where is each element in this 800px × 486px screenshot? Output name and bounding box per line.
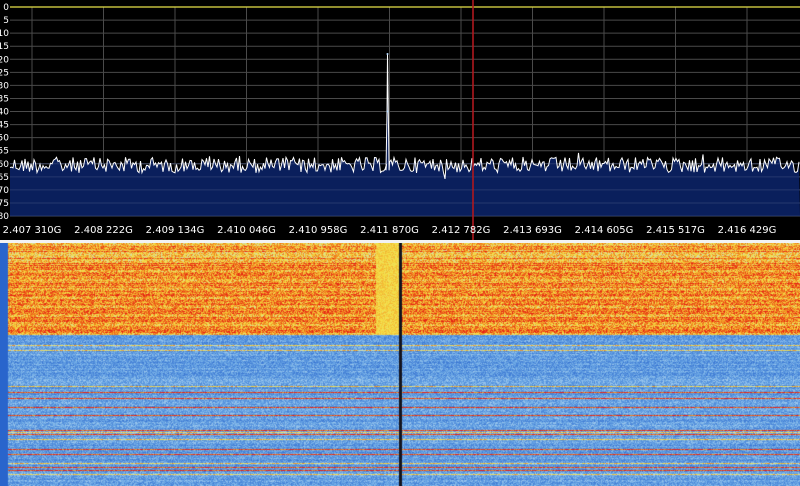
y-tick-label: 55: [0, 147, 9, 157]
y-tick-label: 25: [0, 68, 9, 78]
spectrum-svg: 0 5 10 15 20 25 30 35 40 45 50 55 60 65 70 75 80 2.407 31…: [0, 0, 800, 240]
y-tick-label: 20: [0, 55, 9, 65]
y-tick-label: 70: [0, 186, 9, 196]
waterfall-canvas: [0, 243, 800, 486]
y-tick-label: 60: [0, 160, 9, 170]
y-tick-label: 50: [0, 134, 9, 144]
peak-point: [386, 53, 389, 56]
y-tick-label: 0: [3, 3, 9, 13]
x-tick-label: 2.414 605G: [575, 225, 634, 236]
y-tick-label: 40: [0, 108, 9, 118]
x-tick-label: 2.413 693G: [503, 225, 562, 236]
x-tick-label: 2.411 870G: [360, 225, 419, 236]
x-tick-label: 2.410 958G: [289, 225, 348, 236]
x-tick-label: 2.410 046G: [217, 225, 276, 236]
y-tick-label: 15: [0, 42, 9, 52]
y-tick-label: 35: [0, 94, 9, 104]
x-tick-label: 2.416 429G: [718, 225, 777, 236]
peak-point: [386, 110, 389, 113]
x-tick-label: 2.408 222G: [74, 225, 133, 236]
y-tick-label: 5: [3, 16, 9, 26]
y-tick-label: 65: [0, 173, 9, 183]
x-tick-label: 2.412 782G: [432, 225, 491, 236]
spectrum-plot[interactable]: 0 5 10 15 20 25 30 35 40 45 50 55 60 65 70 75 80 2.407 31…: [0, 0, 800, 240]
y-tick-label: 10: [0, 29, 9, 39]
y-tick-label: 30: [0, 81, 9, 91]
sdr-spectrum-app: 0 5 10 15 20 25 30 35 40 45 50 55 60 65 70 75 80 2.407 31…: [0, 0, 800, 486]
y-tick-label: 80: [0, 212, 9, 222]
y-tick-label: 75: [0, 199, 9, 209]
x-tick-label: 2.407 310G: [3, 225, 62, 236]
x-tick-label: 2.409 134G: [146, 225, 205, 236]
y-tick-label: 45: [0, 121, 9, 131]
waterfall-plot[interactable]: [0, 243, 800, 486]
x-tick-label: 2.415 517G: [646, 225, 705, 236]
